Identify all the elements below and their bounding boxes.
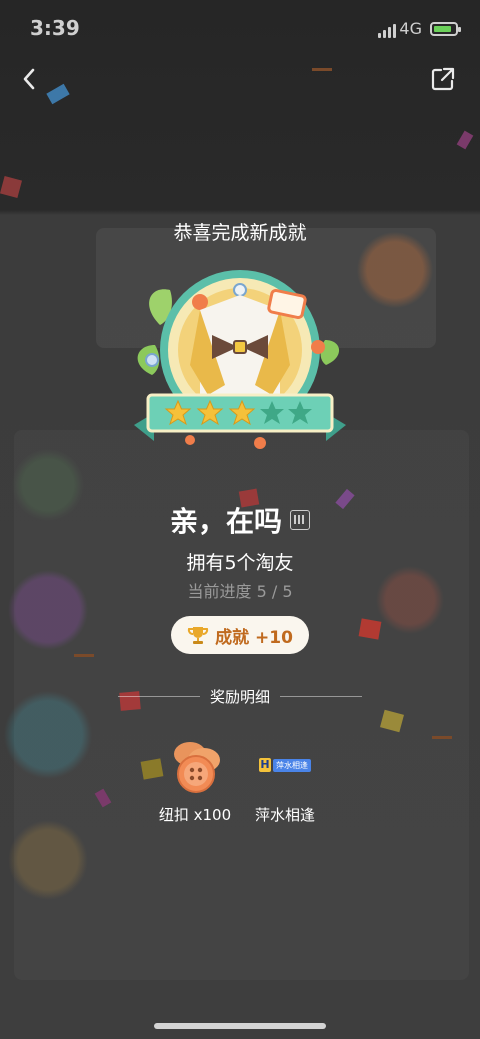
trophy-icon — [187, 627, 209, 644]
achievement-points-label: 成就 +10 — [215, 627, 293, 648]
status-bar: 3:39 4G — [0, 0, 480, 56]
signal-icon — [378, 24, 396, 38]
achievement-progress: 当前进度 5 / 5 — [187, 582, 293, 601]
confetti — [312, 68, 332, 71]
back-button[interactable] — [18, 66, 44, 92]
battery-icon — [430, 22, 461, 36]
achievement-name-row: 亲，在吗 — [0, 500, 480, 540]
rewards-heading: 奖励明细 — [209, 688, 270, 706]
achievement-badge — [130, 265, 350, 475]
share-button[interactable] — [430, 66, 456, 92]
status-time: 3:39 — [30, 16, 80, 40]
congrats-title: 恭喜完成新成就 — [173, 222, 307, 244]
rewards-heading-row: 奖励明细 — [0, 686, 480, 707]
achievement-description: 拥有5个淘友 — [186, 552, 294, 574]
achievement-points-pill[interactable]: 成就 +10 — [171, 616, 309, 654]
confetti — [432, 736, 452, 739]
title-tag-icon: H 萍水相逢 — [230, 730, 340, 800]
level-icon — [290, 510, 310, 530]
achievement-badge-icon — [134, 270, 346, 449]
home-indicator[interactable] — [154, 1023, 326, 1029]
reward-label: 萍水相逢 — [254, 806, 315, 824]
chevron-left-icon — [23, 68, 35, 90]
reward-item-title: H 萍水相逢 萍水相逢 — [230, 730, 340, 825]
tag-text: 萍水相逢 — [273, 758, 311, 772]
network-label: 4G — [399, 19, 422, 38]
divider-line — [280, 696, 362, 697]
share-external-icon — [431, 67, 455, 91]
achievement-name: 亲，在吗 — [169, 505, 282, 538]
divider-line — [117, 696, 200, 697]
confetti — [74, 654, 94, 657]
confetti — [358, 618, 382, 640]
